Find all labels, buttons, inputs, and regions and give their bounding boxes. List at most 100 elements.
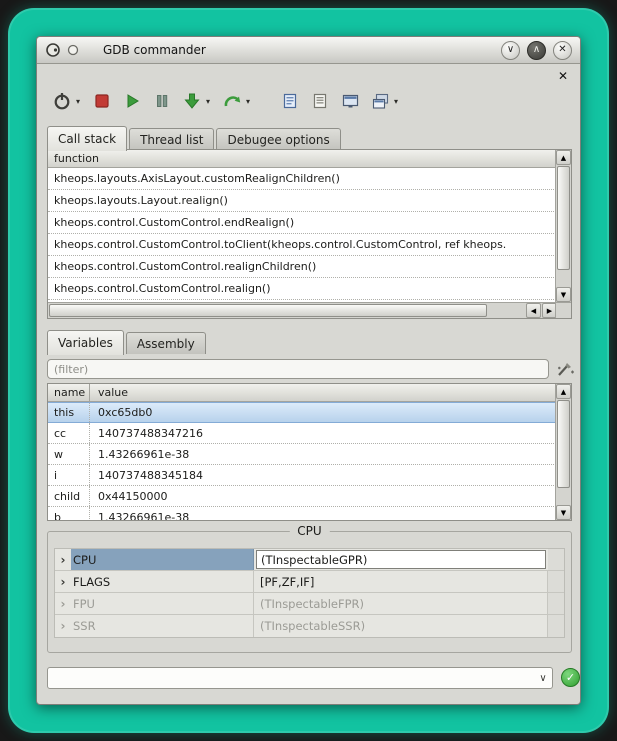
grid-gutter xyxy=(548,549,564,570)
step-into-button[interactable] xyxy=(181,89,203,113)
scrollbar-corner xyxy=(555,302,571,318)
list-button[interactable] xyxy=(309,89,331,113)
cpu-row-cpu[interactable]: › CPU xyxy=(55,549,564,571)
register-group-value: (TInspectableSSR) xyxy=(254,615,548,637)
shade-button[interactable]: ∨ xyxy=(501,41,520,60)
callstack-row[interactable]: kheops.control.CustomControl.realign() xyxy=(48,278,556,300)
variable-value: 1.43266961e-38 xyxy=(89,507,556,521)
close-icon: ✕ xyxy=(558,45,566,55)
filter-input[interactable] xyxy=(47,359,549,379)
expander-icon[interactable]: › xyxy=(55,615,71,637)
variables-panel: name value this 0xc65db0 cc 140737488347… xyxy=(47,383,572,521)
cpu-groupbox: CPU › CPU › FLAGS [PF,ZF,IF] › FPU (TIns… xyxy=(47,531,572,653)
callstack-row[interactable]: kheops.layouts.AxisLayout.customRealignC… xyxy=(48,168,556,190)
cpu-row-fpu[interactable]: › FPU (TInspectableFPR) xyxy=(55,593,564,615)
tab-variables[interactable]: Variables xyxy=(47,330,124,355)
frame-text: kheops.layouts.Layout.realign() xyxy=(54,194,228,207)
document-button[interactable] xyxy=(279,89,301,113)
panel-close-button[interactable]: ✕ xyxy=(556,69,570,83)
scroll-down-button[interactable]: ▼ xyxy=(556,287,571,302)
command-input[interactable] xyxy=(48,668,534,688)
window-title: GDB commander xyxy=(103,43,206,57)
tab-thread-list[interactable]: Thread list xyxy=(129,128,214,150)
callstack-row[interactable]: kheops.control.CustomControl.endRealign(… xyxy=(48,212,556,234)
vscroll-thumb[interactable] xyxy=(557,166,570,270)
expander-icon[interactable]: › xyxy=(55,571,71,592)
run-button[interactable] xyxy=(121,89,143,113)
grid-gutter xyxy=(548,593,564,614)
stop-icon xyxy=(93,92,111,110)
tab-label: Assembly xyxy=(137,337,195,351)
callstack-vscrollbar[interactable]: ▲ ▼ xyxy=(555,150,571,302)
step-over-dropdown[interactable]: ▾ xyxy=(243,97,253,106)
scroll-left-button[interactable]: ◀ xyxy=(526,303,541,318)
step-over-button[interactable] xyxy=(221,89,243,113)
maximize-icon: ∧ xyxy=(533,45,540,55)
variables-vscrollbar[interactable]: ▲ ▼ xyxy=(555,384,571,520)
scroll-left-icon: ◀ xyxy=(531,307,536,315)
power-button[interactable] xyxy=(51,89,73,113)
scroll-down-button[interactable]: ▼ xyxy=(556,505,571,520)
pause-icon xyxy=(153,92,171,110)
register-group-name: CPU xyxy=(71,549,254,570)
column-function[interactable]: function xyxy=(54,150,99,167)
stop-button[interactable] xyxy=(91,89,113,113)
callstack-row[interactable]: kheops.control.CustomControl.realignChil… xyxy=(48,256,556,278)
scroll-up-button[interactable]: ▲ xyxy=(556,150,571,165)
ok-button[interactable]: ✓ xyxy=(561,668,580,687)
close-button[interactable]: ✕ xyxy=(553,41,572,60)
maximize-button[interactable]: ∧ xyxy=(527,41,546,60)
column-value[interactable]: value xyxy=(89,384,128,401)
shade-icon: ∨ xyxy=(507,45,514,55)
scroll-up-button[interactable]: ▲ xyxy=(556,384,571,399)
variable-row[interactable]: w 1.43266961e-38 xyxy=(48,444,556,465)
chevron-down-icon: ▾ xyxy=(246,97,250,106)
column-name[interactable]: name xyxy=(48,384,89,401)
tab-call-stack[interactable]: Call stack xyxy=(47,126,127,151)
vscroll-thumb[interactable] xyxy=(557,400,570,488)
pause-button[interactable] xyxy=(151,89,173,113)
step-into-dropdown[interactable]: ▾ xyxy=(203,97,213,106)
scroll-right-icon: ▶ xyxy=(547,307,552,315)
register-group-value-field[interactable] xyxy=(256,550,546,569)
grid-gutter xyxy=(548,615,564,637)
register-group-value: [PF,ZF,IF] xyxy=(254,571,548,592)
variable-row[interactable]: child 0x44150000 xyxy=(48,486,556,507)
variable-row[interactable]: cc 140737488347216 xyxy=(48,423,556,444)
register-group-value: (TInspectableFPR) xyxy=(254,593,548,614)
power-dropdown[interactable]: ▾ xyxy=(73,97,83,106)
scroll-down-icon: ▼ xyxy=(561,509,566,517)
windows-dropdown[interactable]: ▾ xyxy=(391,97,401,106)
variables-header: name value xyxy=(48,384,556,402)
variable-row[interactable]: b 1.43266961e-38 xyxy=(48,507,556,521)
hscroll-thumb[interactable] xyxy=(49,304,487,317)
tab-label: Thread list xyxy=(140,133,203,147)
frame-text: kheops.layouts.AxisLayout.customRealignC… xyxy=(54,172,340,185)
variable-name: cc xyxy=(48,427,89,440)
variable-row-selected[interactable]: this 0xc65db0 xyxy=(48,402,556,423)
chevron-down-icon: ▾ xyxy=(394,97,398,106)
callstack-hscrollbar[interactable]: ◀ ▶ xyxy=(48,302,557,318)
expander-icon[interactable]: › xyxy=(55,549,71,570)
tab-assembly[interactable]: Assembly xyxy=(126,332,206,354)
cpu-row-flags[interactable]: › FLAGS [PF,ZF,IF] xyxy=(55,571,564,593)
cpu-row-ssr[interactable]: › SSR (TInspectableSSR) xyxy=(55,615,564,637)
callstack-row[interactable]: kheops.layouts.Layout.realign() xyxy=(48,190,556,212)
windows-button[interactable] xyxy=(369,89,391,113)
expander-icon[interactable]: › xyxy=(55,593,71,614)
variable-row[interactable]: i 140737488345184 xyxy=(48,465,556,486)
monitor-button[interactable] xyxy=(339,89,361,113)
tab-debugee-options[interactable]: Debugee options xyxy=(216,128,340,150)
callstack-row[interactable]: kheops.control.CustomControl.toClient(kh… xyxy=(48,234,556,256)
cpu-groupbox-title: CPU xyxy=(289,524,329,538)
combo-dropdown-button[interactable]: ∨ xyxy=(534,673,552,684)
command-combobox[interactable]: ∨ xyxy=(47,667,553,689)
frame-text: kheops.control.CustomControl.endRealign(… xyxy=(54,216,294,229)
window-menu-icon[interactable] xyxy=(67,44,79,56)
variable-value: 1.43266961e-38 xyxy=(89,444,556,464)
clean-filter-button[interactable] xyxy=(555,359,575,379)
variable-value: 0xc65db0 xyxy=(89,403,556,422)
scroll-up-icon: ▲ xyxy=(561,388,566,396)
titlebar[interactable]: GDB commander ∨ ∧ ✕ xyxy=(37,37,580,64)
windows-cascade-icon xyxy=(371,92,390,111)
